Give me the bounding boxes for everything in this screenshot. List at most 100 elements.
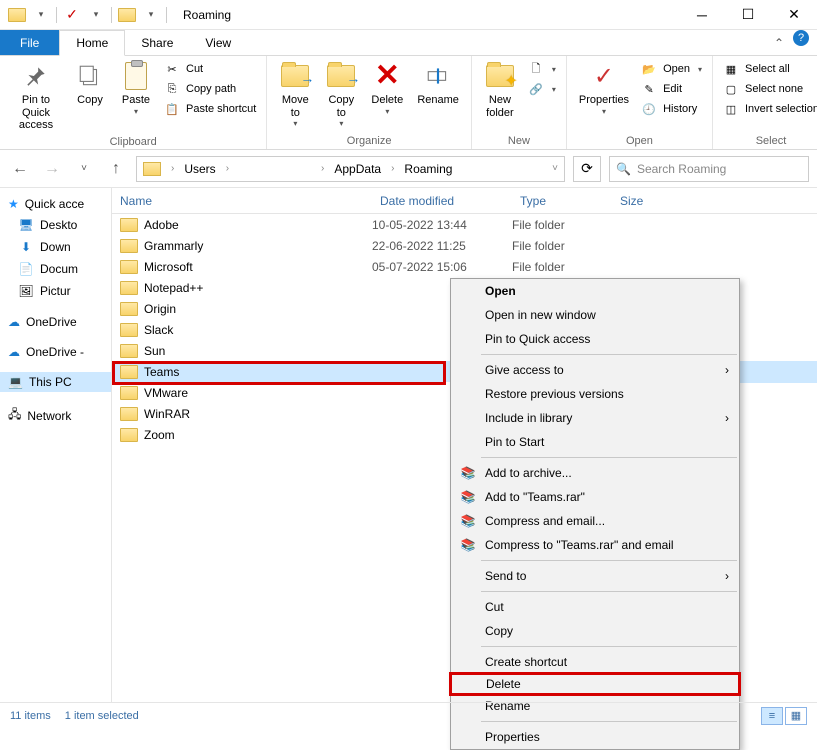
paste-shortcut-icon: 📋 — [164, 101, 180, 117]
tab-view[interactable]: View — [189, 30, 247, 55]
up-button[interactable]: ↑ — [104, 157, 128, 181]
sidebar-item-quick-access[interactable]: ★Quick acce — [0, 194, 111, 214]
breadcrumb-dropdown[interactable]: ˅ — [548, 163, 562, 174]
cm-create-shortcut[interactable]: Create shortcut — [451, 650, 739, 674]
search-input[interactable]: 🔍 Search Roaming — [609, 156, 809, 182]
sidebar-item-documents[interactable]: 📄Docum — [0, 258, 111, 280]
chevron-right-icon[interactable]: › — [387, 163, 398, 174]
invert-selection-button[interactable]: ◫Invert selection — [719, 100, 817, 118]
delete-x-icon: ✕ — [371, 60, 403, 92]
qat-folder-icon-2[interactable] — [116, 4, 138, 26]
column-headers: Name Date modified Type Size — [112, 188, 817, 214]
cm-pin-start[interactable]: Pin to Start — [451, 430, 739, 454]
back-button[interactable]: ← — [8, 157, 32, 181]
chevron-right-icon[interactable]: › — [317, 163, 328, 174]
cm-properties[interactable]: Properties — [451, 725, 739, 749]
ribbon-group-organize: → Move to ▾ → Copy to ▾ ✕ Delete ▾ Renam… — [267, 56, 472, 149]
cm-open[interactable]: Open — [451, 279, 739, 303]
sidebar-item-desktop[interactable]: 🖥Deskto — [0, 214, 111, 236]
cm-send-to[interactable]: Send to› — [451, 564, 739, 588]
navbar: ← → ˅ ↑ › Users › › AppData › Roaming ˅ … — [0, 150, 817, 188]
tab-share[interactable]: Share — [125, 30, 189, 55]
qat-properties[interactable]: ✓ — [61, 4, 83, 26]
paste-button[interactable]: Paste ▾ — [114, 58, 158, 118]
properties-button[interactable]: ✓ Properties ▾ — [573, 58, 635, 118]
main-area: ★Quick acce 🖥Deskto ⬇Down 📄Docum 🖼Pictur… — [0, 188, 817, 702]
sidebar-item-onedrive[interactable]: ☁OneDrive — [0, 312, 111, 332]
chevron-right-icon[interactable]: › — [167, 163, 178, 174]
cm-restore-previous[interactable]: Restore previous versions — [451, 382, 739, 406]
breadcrumb-roaming[interactable]: Roaming — [400, 162, 456, 176]
cut-button[interactable]: ✂Cut — [160, 60, 260, 78]
open-button[interactable]: 📂Open▾ — [637, 60, 706, 78]
sidebar-item-network[interactable]: 🖧Network — [0, 402, 111, 429]
sidebar-item-onedrive-2[interactable]: ☁OneDrive - — [0, 342, 111, 362]
folder-icon — [120, 386, 138, 400]
breadcrumb[interactable]: › Users › › AppData › Roaming ˅ — [136, 156, 565, 182]
file-name: Teams — [144, 365, 179, 379]
breadcrumb-users[interactable]: Users — [180, 162, 219, 176]
cm-include-library[interactable]: Include in library› — [451, 406, 739, 430]
tab-file[interactable]: File — [0, 30, 59, 55]
chevron-right-icon[interactable]: › — [222, 163, 233, 174]
folder-icon — [120, 239, 138, 253]
pin-to-quick-access-button[interactable]: Pin to Quick access — [6, 58, 66, 134]
copy-to-button[interactable]: → Copy to ▾ — [319, 58, 363, 130]
move-to-button[interactable]: → Move to ▾ — [273, 58, 317, 130]
cm-copy[interactable]: Copy — [451, 619, 739, 643]
maximize-button[interactable]: ☐ — [725, 0, 771, 30]
ribbon-collapse-button[interactable]: ⌃ — [765, 30, 793, 55]
file-row[interactable]: Grammarly22-06-2022 11:25File folder — [112, 235, 817, 256]
details-view-button[interactable]: ≡ — [761, 707, 783, 725]
cm-cut[interactable]: Cut — [451, 595, 739, 619]
copy-path-button[interactable]: ⎘Copy path — [160, 80, 260, 98]
properties-icon: ✓ — [588, 60, 620, 92]
cm-delete[interactable]: Delete — [449, 672, 741, 696]
sidebar-item-pictures[interactable]: 🖼Pictur — [0, 280, 111, 302]
col-size[interactable]: Size — [612, 194, 692, 208]
qat-overflow[interactable]: ▾ — [140, 4, 162, 26]
close-button[interactable]: ✕ — [771, 0, 817, 30]
help-icon[interactable]: ? — [793, 30, 809, 46]
file-row[interactable]: Microsoft05-07-2022 15:06File folder — [112, 256, 817, 277]
col-name[interactable]: Name — [112, 194, 372, 208]
winrar-icon: 📚 — [459, 464, 477, 482]
cm-open-new-window[interactable]: Open in new window — [451, 303, 739, 327]
sidebar-item-downloads[interactable]: ⬇Down — [0, 236, 111, 258]
new-item-button[interactable]: 🗋▾ — [524, 60, 560, 78]
cm-add-archive[interactable]: 📚Add to archive... — [451, 461, 739, 485]
recent-dropdown[interactable]: ˅ — [72, 157, 96, 181]
ribbon-group-open: ✓ Properties ▾ 📂Open▾ ✎Edit 🕘History Ope… — [567, 56, 713, 149]
select-none-button[interactable]: ▢Select none — [719, 80, 817, 98]
forward-button[interactable]: → — [40, 157, 64, 181]
paste-shortcut-button[interactable]: 📋Paste shortcut — [160, 100, 260, 118]
file-type: File folder — [512, 239, 612, 253]
col-type[interactable]: Type — [512, 194, 612, 208]
breadcrumb-appdata[interactable]: AppData — [330, 162, 385, 176]
refresh-button[interactable]: ⟳ — [573, 156, 601, 182]
history-button[interactable]: 🕘History — [637, 100, 706, 118]
rename-button[interactable]: Rename — [411, 58, 465, 109]
minimize-button[interactable]: ─ — [679, 0, 725, 30]
context-menu: Open Open in new window Pin to Quick acc… — [450, 278, 740, 750]
easy-access-button[interactable]: 🔗▾ — [524, 80, 560, 98]
icons-view-button[interactable]: ▦ — [785, 707, 807, 725]
sidebar-item-this-pc[interactable]: 💻This PC — [0, 372, 111, 392]
col-date[interactable]: Date modified — [372, 194, 512, 208]
delete-button[interactable]: ✕ Delete ▾ — [365, 58, 409, 118]
new-folder-button[interactable]: ✦ New folder — [478, 58, 522, 121]
tab-home[interactable]: Home — [59, 30, 125, 56]
edit-button[interactable]: ✎Edit — [637, 80, 706, 98]
file-row[interactable]: Adobe10-05-2022 13:44File folder — [112, 214, 817, 235]
qat-dropdown[interactable]: ▾ — [30, 4, 52, 26]
qat-folder-icon[interactable] — [6, 4, 28, 26]
qat-dropdown-2[interactable]: ▾ — [85, 4, 107, 26]
cm-add-teams-rar[interactable]: 📚Add to "Teams.rar" — [451, 485, 739, 509]
cm-give-access[interactable]: Give access to› — [451, 358, 739, 382]
cm-compress-teams-email[interactable]: 📚Compress to "Teams.rar" and email — [451, 533, 739, 557]
select-all-button[interactable]: ▦Select all — [719, 60, 817, 78]
folder-icon — [120, 407, 138, 421]
copy-button[interactable]: Copy — [68, 58, 112, 109]
cm-compress-email[interactable]: 📚Compress and email... — [451, 509, 739, 533]
cm-pin-quick-access[interactable]: Pin to Quick access — [451, 327, 739, 351]
